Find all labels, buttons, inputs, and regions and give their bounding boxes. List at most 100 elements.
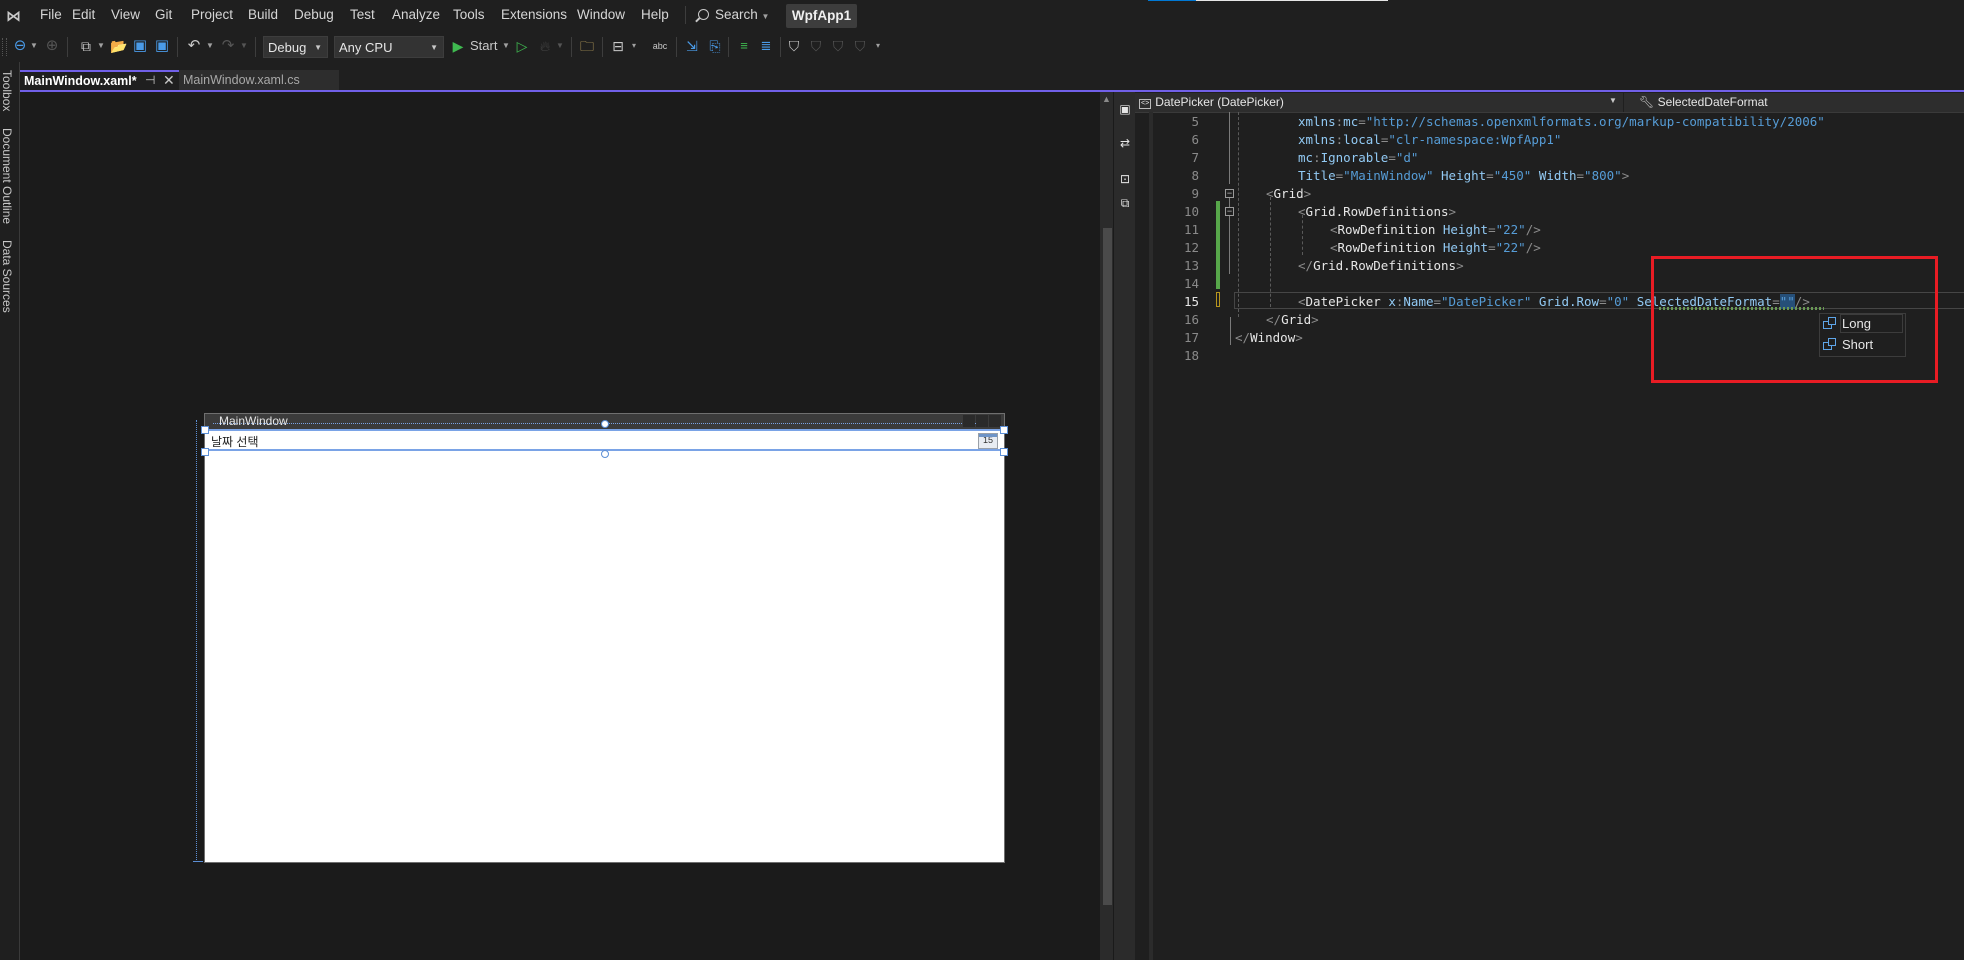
visual-studio-logo-icon[interactable]: ⋈ [6, 7, 28, 25]
menu-project[interactable]: Project [191, 7, 233, 22]
pin-icon[interactable]: ⊣ [145, 73, 155, 87]
toolbox-tab[interactable]: Toolbox [0, 70, 14, 111]
new-project-dropdown-icon[interactable]: ▼ [97, 36, 105, 56]
tab-mainwindow-xaml-cs[interactable]: MainWindow.xaml.cs [179, 70, 339, 90]
save-all-icon[interactable]: ▣ [154, 36, 170, 56]
clear-bookmarks-icon[interactable]: ⛉ [853, 36, 867, 56]
wrench-icon: 🔧︎ [1639, 95, 1658, 109]
line-number: 6 [1191, 132, 1199, 147]
preview-window-buttons [962, 415, 1002, 428]
element-navigation-dropdown[interactable]: <> DatePicker (DatePicker) [1139, 95, 1284, 110]
next-bookmark-icon[interactable]: ⛉ [831, 36, 845, 56]
hot-reload-dropdown-icon[interactable]: ▼ [556, 36, 564, 56]
menu-test[interactable]: Test [350, 7, 375, 22]
navigate-back-icon[interactable]: ⊖ [12, 36, 28, 56]
element-navigation-value: DatePicker (DatePicker) [1155, 95, 1284, 109]
navigate-back-dropdown-icon[interactable]: ▼ [30, 36, 38, 56]
menu-debug[interactable]: Debug [294, 7, 334, 22]
spell-check-icon[interactable]: abc [651, 36, 669, 56]
menu-build[interactable]: Build [248, 7, 278, 22]
popout-xaml-icon[interactable]: ⧉ [1118, 196, 1132, 211]
navigate-forward-icon[interactable]: ⊕ [44, 36, 60, 56]
redo-icon[interactable]: ↷ [220, 36, 236, 56]
document-outline-tab[interactable]: Document Outline [0, 128, 14, 224]
new-project-icon[interactable]: ⧉ [77, 36, 95, 56]
code-line-11[interactable]: <RowDefinition Height="22"/> [1330, 222, 1541, 237]
code-line-6[interactable]: xmlns:local="clr-namespace:WpfApp1" [1298, 132, 1561, 147]
start-button[interactable]: Start [470, 36, 500, 56]
undo-icon[interactable]: ↶ [186, 36, 202, 56]
designer-window-preview[interactable]: MainWindow 날짜 선택 15 [201, 413, 1008, 863]
data-sources-tab[interactable]: Data Sources [0, 240, 14, 313]
find-in-files-icon[interactable]: 🗀 [578, 36, 596, 56]
menu-file[interactable]: File [40, 7, 62, 22]
collapse-rowdefinitions-icon[interactable]: − [1225, 207, 1234, 216]
collapse-grid-icon[interactable]: − [1225, 189, 1234, 198]
toolbar-overflow-icon[interactable]: ▾ [874, 36, 882, 56]
project-name-badge[interactable]: WpfApp1 [786, 4, 857, 28]
layout-dropdown-icon[interactable]: ▾ [630, 36, 638, 56]
menu-edit[interactable]: Edit [72, 7, 95, 22]
margin-anchor-handle[interactable] [601, 450, 609, 458]
line-number: 11 [1183, 222, 1199, 237]
menu-git[interactable]: Git [155, 7, 172, 22]
comment-lines-icon[interactable]: ≡ [736, 36, 752, 56]
start-dropdown-icon[interactable]: ▼ [502, 36, 510, 56]
scrollbar-thumb[interactable] [1103, 228, 1112, 905]
tab-mainwindow-xaml[interactable]: MainWindow.xaml* ⊣ ✕ [20, 70, 179, 90]
menu-view[interactable]: View [111, 7, 140, 22]
save-icon[interactable]: ▣ [132, 36, 148, 56]
uncomment-lines-icon[interactable]: ≣ [758, 36, 774, 56]
redo-dropdown-icon[interactable]: ▼ [240, 36, 248, 56]
open-folder-icon[interactable]: 📂 [110, 36, 128, 56]
previous-bookmark-icon[interactable]: ⛉ [809, 36, 823, 56]
design-view-icon[interactable]: ▣ [1118, 102, 1132, 116]
select-element-icon[interactable]: ⇲ [683, 36, 701, 56]
code-line-16[interactable]: </Grid> [1266, 312, 1319, 327]
code-line-10[interactable]: <Grid.RowDefinitions> [1298, 204, 1456, 219]
menu-analyze[interactable]: Analyze [392, 7, 440, 22]
code-line-8[interactable]: Title="MainWindow" Height="450" Width="8… [1298, 168, 1629, 183]
swap-panes-icon[interactable]: ⇄ [1118, 136, 1132, 150]
toolbar-grip[interactable] [2, 38, 7, 56]
start-play-icon[interactable]: ▶ [452, 36, 464, 56]
code-line-12[interactable]: <RowDefinition Height="22"/> [1330, 240, 1541, 255]
undo-dropdown-icon[interactable]: ▼ [206, 36, 214, 56]
window-layout-icon[interactable]: ⊟ [609, 36, 627, 56]
resize-handle[interactable] [1000, 426, 1008, 434]
code-line-9[interactable]: <Grid> [1266, 186, 1311, 201]
configuration-dropdown[interactable]: Debug ▼ [263, 36, 328, 58]
bookmark-icon[interactable]: ⛉ [787, 36, 801, 56]
search-label: Search [715, 7, 758, 22]
start-without-debugging-icon[interactable]: ▷ [515, 36, 529, 56]
designer-scrollbar[interactable]: ▲ [1100, 92, 1113, 960]
datepicker-preview[interactable]: 날짜 선택 15 [205, 429, 1004, 451]
xaml-view-icon[interactable]: ⊡ [1118, 172, 1132, 186]
calendar-icon[interactable]: 15 [978, 433, 998, 449]
code-line-17[interactable]: </Window> [1235, 330, 1303, 345]
resize-handle[interactable] [201, 448, 209, 456]
chevron-down-icon: ▼ [761, 12, 770, 21]
unsaved-changes-indicator [1216, 292, 1220, 307]
platform-dropdown[interactable]: Any CPU ▼ [334, 36, 444, 58]
scroll-up-icon[interactable]: ▲ [1102, 94, 1111, 104]
hot-reload-icon[interactable]: 🔥︎ [538, 36, 552, 56]
code-line-13[interactable]: </Grid.RowDefinitions> [1298, 258, 1464, 273]
resize-handle[interactable] [201, 426, 209, 434]
code-line-5[interactable]: xmlns:mc="http://schemas.openxmlformats.… [1298, 114, 1825, 129]
chevron-down-icon[interactable]: ▼ [1609, 96, 1621, 105]
menu-tools[interactable]: Tools [453, 7, 485, 22]
menu-window[interactable]: Window [577, 7, 625, 22]
xaml-code-editor[interactable] [1135, 92, 1964, 960]
standard-toolbar: ⊖ ▼ ⊕ ⧉ ▼ 📂 ▣ ▣ ↶ ▼ ↷ ▼ Debug ▼ Any CPU ▼ … [0, 30, 1964, 62]
menu-help[interactable]: Help [641, 7, 669, 22]
resize-handle[interactable] [1000, 448, 1008, 456]
format-document-icon[interactable]: ⎘ [706, 36, 724, 56]
code-line-7[interactable]: mc:Ignorable="d" [1298, 150, 1418, 165]
member-navigation-dropdown[interactable]: 🔧︎ SelectedDateFormat [1639, 95, 1768, 109]
search-button[interactable]: Search ▼ [698, 7, 769, 22]
line-number: 8 [1191, 168, 1199, 183]
close-icon[interactable]: ✕ [163, 72, 175, 89]
margin-anchor-handle[interactable] [601, 420, 609, 428]
menu-extensions[interactable]: Extensions [501, 7, 567, 22]
